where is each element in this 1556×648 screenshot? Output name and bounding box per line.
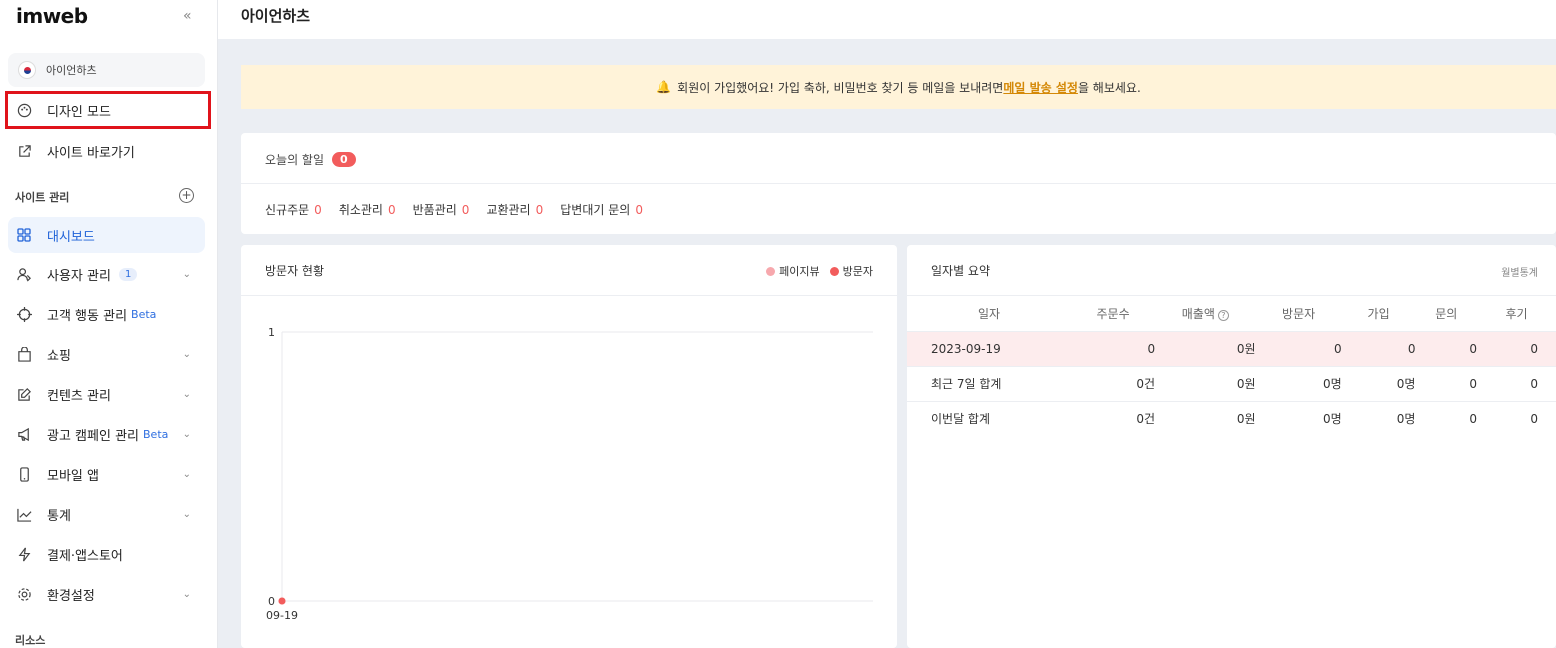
sidebar-item-statistics[interactable]: 통계 ⌄ <box>8 496 205 532</box>
sidebar-item-label: 환경설정 <box>47 588 95 604</box>
highlight-box <box>5 91 211 129</box>
topbar: 아이언하츠 <box>218 0 1556 39</box>
chevron-down-icon: ⌄ <box>182 468 191 480</box>
stat-new-orders[interactable]: 신규주문 0 <box>265 201 322 218</box>
sidebar-item-shopping[interactable]: 쇼핑 ⌄ <box>8 336 205 372</box>
bolt-icon <box>16 546 32 562</box>
beta-tag: Beta <box>143 427 169 441</box>
mail-settings-link[interactable]: 메일 발송 설정 <box>1003 79 1078 96</box>
sidebar-item-contents[interactable]: 컨텐츠 관리 ⌄ <box>8 376 205 412</box>
data-point-1 <box>278 597 286 605</box>
page-title: 아이언하츠 <box>241 7 311 25</box>
sidebar-item-label: 통계 <box>47 508 71 524</box>
y-tick-label: 1 <box>268 326 275 339</box>
table-row[interactable]: 이번달 합계 0건 0원 0명 0명 0 0 <box>907 400 1556 436</box>
col-visitors: 방문자 <box>1282 306 1316 321</box>
notice-banner: 🔔 회원이 가입했어요! 가입 축하, 비밀번호 찾기 등 메일을 보내려면 메… <box>241 65 1556 109</box>
col-inquiries: 문의 <box>1435 306 1458 321</box>
grid-icon <box>16 227 32 243</box>
task-stats: 신규주문 0 취소관리 0 반품관리 0 교환관리 0 답변대기 문의 0 <box>265 201 660 218</box>
user-count-badge: 1 <box>118 267 138 281</box>
col-date: 일자 <box>977 306 1001 321</box>
monthly-stats-link[interactable]: 월별통계 <box>1501 264 1538 279</box>
sidebar-item-label: 쇼핑 <box>47 348 71 364</box>
today-tasks-card: 오늘의 할일 0 신규주문 0 취소관리 0 반품관리 0 교환관리 0 답변대기 문의… <box>241 133 1556 234</box>
chevron-down-icon: ⌄ <box>182 268 191 280</box>
divider <box>241 183 1556 184</box>
section-site-manage: 사이트 관리 <box>15 191 70 204</box>
section-resource: 리소스 <box>15 634 46 647</box>
table-row[interactable]: 2023-09-19 0 0원 0 0 0 0 <box>907 330 1556 366</box>
chevron-down-icon: ⌄ <box>182 348 191 360</box>
chevron-down-icon: ⌄ <box>182 508 191 520</box>
collapse-sidebar-icon[interactable]: « <box>183 8 192 24</box>
site-selector[interactable]: 아이언하츠 <box>8 53 205 87</box>
sidebar-item-users[interactable]: 사용자 관리 1 ⌄ <box>8 256 205 292</box>
col-orders: 주문수 <box>1096 306 1130 321</box>
chart-icon <box>16 506 32 522</box>
today-tasks-header: 오늘의 할일 0 <box>265 151 356 168</box>
sidebar-item-label: 컨텐츠 관리 <box>47 388 111 404</box>
sidebar-item-ad-campaign[interactable]: 광고 캠페인 관리 Beta ⌄ <box>8 416 205 452</box>
users-icon <box>16 266 32 282</box>
mobile-icon <box>16 466 32 482</box>
sidebar-item-label: 사용자 관리 <box>47 268 111 284</box>
chevron-down-icon: ⌄ <box>182 388 191 400</box>
sidebar-item-label: 모바일 앱 <box>47 468 99 484</box>
sidebar-item-label: 고객 행동 관리 <box>47 308 128 324</box>
sidebar-item-label: 광고 캠페인 관리 <box>47 428 139 444</box>
task-count-badge: 0 <box>332 152 356 167</box>
notice-text: 회원이 가입했어요! 가입 축하, 비밀번호 찾기 등 메일을 보내려면 <box>677 80 1004 95</box>
sidebar-item-label: 결제·앱스토어 <box>47 548 123 564</box>
table-row[interactable]: 최근 7일 합계 0건 0원 0명 0명 0 0 <box>907 365 1556 401</box>
col-reviews: 후기 <box>1505 306 1528 321</box>
col-signups: 가입 <box>1367 306 1390 321</box>
stat-cancel[interactable]: 취소관리 0 <box>339 201 396 218</box>
sidebar: imweb « 아이언하츠 디자인 모드 사이트 바로가기 사이트 관리 + 대… <box>0 0 218 648</box>
sidebar-item-label: 대시보드 <box>47 229 95 245</box>
chevron-down-icon: ⌄ <box>182 588 191 600</box>
x-tick-label: 09-19 <box>266 609 298 622</box>
add-icon[interactable]: + <box>179 188 194 203</box>
today-tasks-title: 오늘의 할일 <box>265 153 325 167</box>
stat-return[interactable]: 반품관리 0 <box>413 201 470 218</box>
gear-icon <box>16 586 32 602</box>
site-link-button[interactable]: 사이트 바로가기 <box>8 133 205 169</box>
daily-summary-card: 일자별 요약 월별통계 일자 주문수 매출액? 방문자 가입 문의 후기 202… <box>907 245 1556 648</box>
sidebar-item-customer-behavior[interactable]: 고객 행동 관리 Beta <box>8 296 205 332</box>
korea-flag-icon <box>18 61 36 79</box>
sidebar-item-settings[interactable]: 환경설정 ⌄ <box>8 576 205 612</box>
stat-exchange[interactable]: 교환관리 0 <box>486 201 543 218</box>
stat-pending-inquiry[interactable]: 답변대기 문의 0 <box>560 201 643 218</box>
logo[interactable]: imweb <box>16 4 88 28</box>
bag-icon <box>16 346 32 362</box>
site-link-label: 사이트 바로가기 <box>47 145 135 161</box>
sidebar-item-mobile-app[interactable]: 모바일 앱 ⌄ <box>8 456 205 492</box>
help-icon[interactable]: ? <box>1217 309 1229 321</box>
external-link-icon <box>16 143 32 159</box>
table-header: 일자 주문수 매출액? 방문자 가입 문의 후기 <box>907 296 1556 331</box>
sidebar-item-dashboard[interactable]: 대시보드 <box>8 217 205 253</box>
edit-icon <box>16 386 32 402</box>
site-name: 아이언하츠 <box>46 64 97 77</box>
notice-text-end: 을 해보세요. <box>1077 80 1141 95</box>
bell-icon: 🔔 <box>656 80 672 94</box>
sidebar-item-payment-appstore[interactable]: 결제·앱스토어 <box>8 536 205 572</box>
chevron-down-icon: ⌄ <box>182 428 191 440</box>
summary-table: 일자 주문수 매출액? 방문자 가입 문의 후기 2023-09-19 0 0원… <box>907 296 1556 436</box>
target-icon <box>16 306 32 322</box>
y-tick-label: 0 <box>268 595 275 608</box>
summary-title: 일자별 요약 <box>931 264 991 278</box>
beta-tag: Beta <box>131 307 157 321</box>
visitor-card: 방문자 현황 페이지뷰 방문자 1 0 09-19 <box>241 245 897 648</box>
col-sales: 매출액? <box>1155 296 1255 331</box>
megaphone-icon <box>16 426 32 442</box>
visitor-chart: 1 009-19 <box>266 326 873 622</box>
